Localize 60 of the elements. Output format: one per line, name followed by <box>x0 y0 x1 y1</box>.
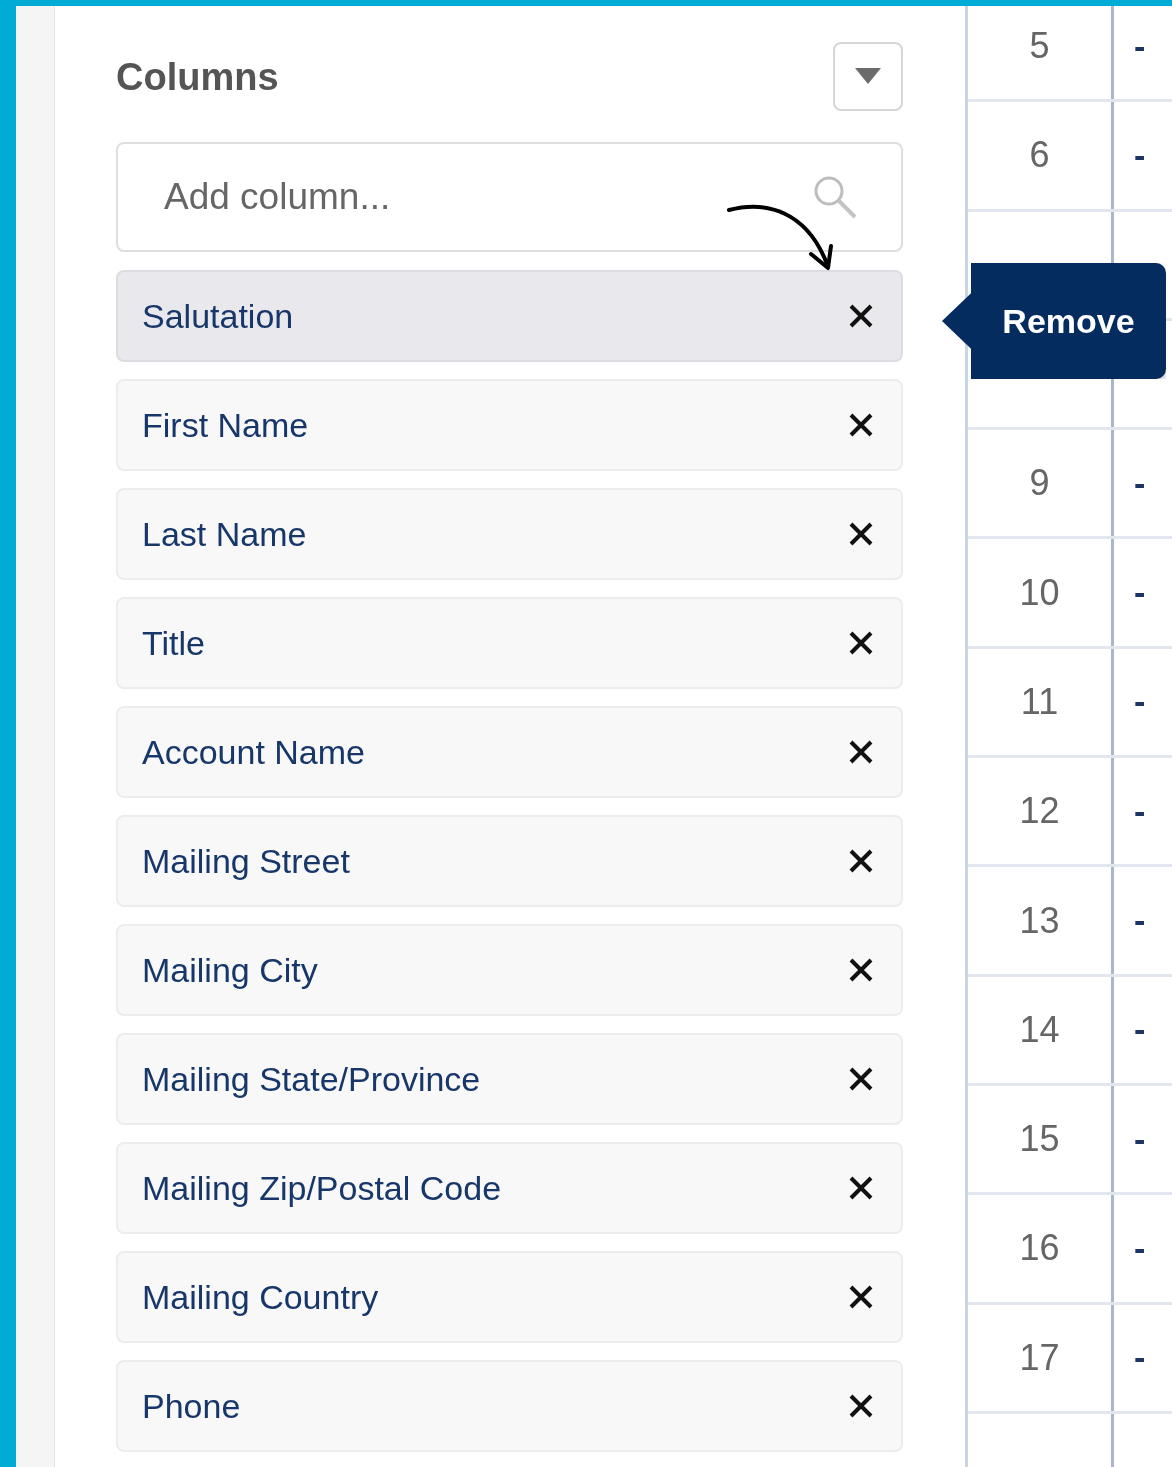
row-number: 10 <box>968 539 1114 646</box>
table-cell-text: - <box>1133 134 1147 176</box>
row-number: 14 <box>968 976 1114 1083</box>
table-cell-text: - <box>1133 1227 1147 1269</box>
column-label: Mailing Zip/Postal Code <box>142 1168 502 1208</box>
table-cell-text: - <box>1133 1337 1147 1379</box>
column-chip[interactable]: First Name <box>116 379 903 471</box>
row-number: 11 <box>968 648 1114 756</box>
close-icon[interactable] <box>849 849 873 873</box>
column-chip[interactable]: Mailing Zip/Postal Code <box>116 1142 903 1234</box>
remove-tooltip: Remove <box>942 263 1166 379</box>
close-icon[interactable] <box>849 740 873 764</box>
close-icon[interactable] <box>849 1067 873 1091</box>
column-label: Account Name <box>142 732 365 772</box>
close-icon[interactable] <box>849 631 873 655</box>
row-number: 5 <box>968 6 1114 100</box>
table-cell-text: - <box>1133 900 1147 941</box>
column-label: Mailing Country <box>142 1277 379 1317</box>
column-label: Last Name <box>142 514 307 554</box>
search-field[interactable]: Add column... <box>116 142 903 252</box>
row-number: 9 <box>968 430 1114 537</box>
caret-icon <box>855 67 881 86</box>
table-cell-text: - <box>1133 1118 1147 1160</box>
column-chip[interactable]: Salutation <box>116 270 903 362</box>
column-label: Mailing State/Province <box>142 1059 481 1099</box>
panel-title: Columns <box>116 56 279 99</box>
table-cell-text: - <box>1133 681 1147 723</box>
row-number: 13 <box>968 867 1114 974</box>
close-icon[interactable] <box>849 522 873 546</box>
close-icon[interactable] <box>849 413 873 437</box>
table-cell-text: - <box>1133 462 1147 504</box>
table-cell-text: - <box>1133 572 1147 614</box>
close-icon[interactable] <box>849 304 873 328</box>
row-number: 16 <box>968 1195 1114 1302</box>
column-chip[interactable]: Mailing City <box>116 924 903 1016</box>
column-label: First Name <box>142 405 309 445</box>
column-label: Phone <box>142 1386 241 1426</box>
column-label: Title <box>142 623 205 663</box>
close-icon[interactable] <box>849 958 873 982</box>
column-label: Mailing City <box>142 950 318 990</box>
table-cell-text: - <box>1133 25 1147 67</box>
column-chip[interactable]: Mailing Country <box>116 1251 903 1343</box>
column-chip[interactable]: Title <box>116 597 903 689</box>
table-cell-text: - <box>1133 790 1147 832</box>
row-number: 17 <box>968 1304 1114 1411</box>
column-chip[interactable]: Phone <box>116 1360 903 1452</box>
column-label: Mailing Street <box>142 841 350 881</box>
dropdown-button[interactable] <box>833 42 903 111</box>
close-icon[interactable] <box>849 1285 873 1309</box>
row-number: 6 <box>968 102 1114 209</box>
row-number: 12 <box>968 758 1114 865</box>
column-chip[interactable]: Account Name <box>116 706 903 798</box>
close-icon[interactable] <box>849 1176 873 1200</box>
column-chip[interactable]: Last Name <box>116 488 903 580</box>
table-cell-text: - <box>1133 1009 1147 1051</box>
column-chip[interactable]: Mailing Street <box>116 815 903 907</box>
column-label: Salutation <box>142 296 294 336</box>
column-chip[interactable]: Mailing State/Province <box>116 1033 903 1125</box>
row-number: 15 <box>968 1085 1114 1193</box>
close-icon[interactable] <box>849 1394 873 1418</box>
